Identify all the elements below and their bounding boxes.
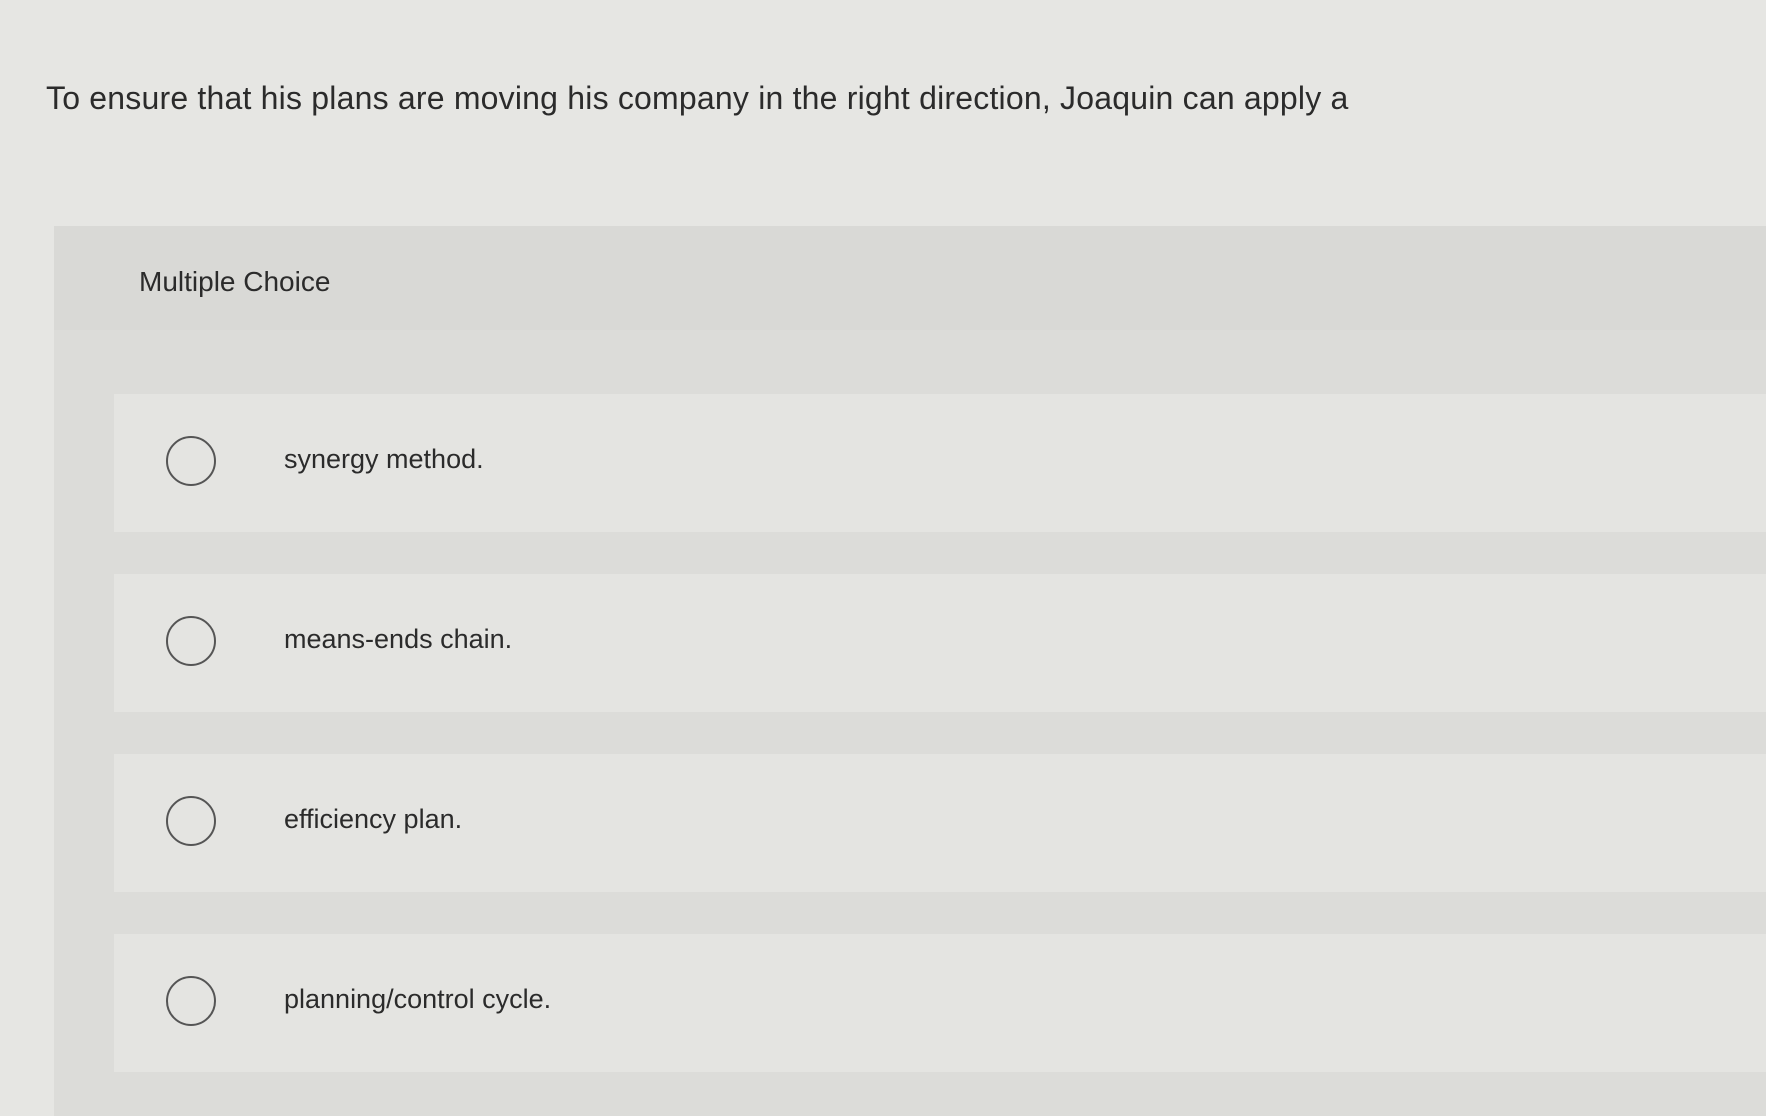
multiple-choice-panel: Multiple Choice synergy method. means-en… <box>54 226 1766 1116</box>
choice-option-1[interactable]: synergy method. <box>114 394 1766 532</box>
choice-option-4[interactable]: planning/control cycle. <box>114 934 1766 1072</box>
radio-button-icon[interactable] <box>166 976 216 1026</box>
radio-button-icon[interactable] <box>166 616 216 666</box>
choice-label: means-ends chain. <box>284 624 513 654</box>
choice-label: synergy method. <box>284 444 484 474</box>
choice-label: planning/control cycle. <box>284 984 552 1014</box>
question-text: To ensure that his plans are moving his … <box>46 80 1349 116</box>
choice-label: efficiency plan. <box>284 804 463 834</box>
section-label: Multiple Choice <box>139 266 331 297</box>
radio-button-icon[interactable] <box>166 796 216 846</box>
radio-button-icon[interactable] <box>166 436 216 486</box>
choice-option-3[interactable]: efficiency plan. <box>114 754 1766 892</box>
choice-option-2[interactable]: means-ends chain. <box>114 574 1766 712</box>
panel-header: Multiple Choice <box>54 226 1766 330</box>
